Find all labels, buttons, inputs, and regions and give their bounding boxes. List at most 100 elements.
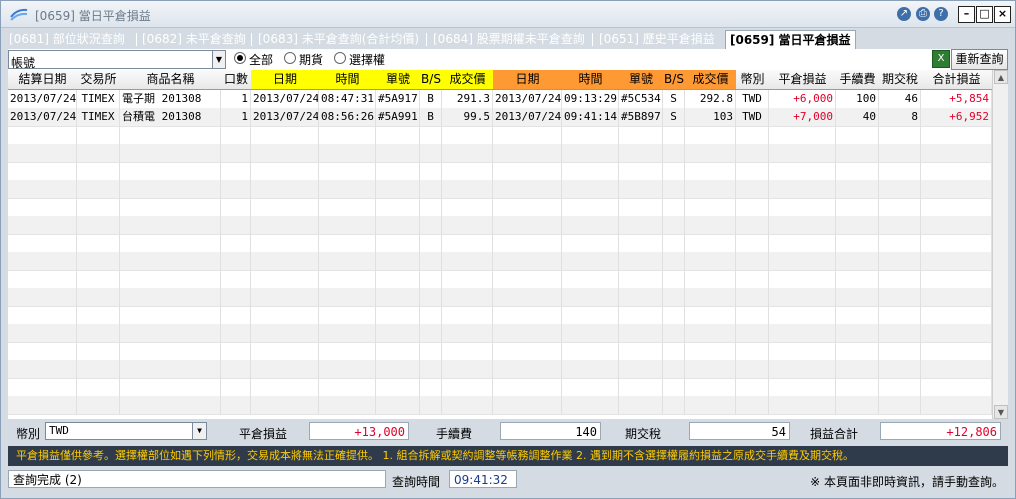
column-header[interactable]: 期交稅 (879, 70, 922, 90)
table-cell (251, 342, 319, 360)
currency-value: TWD (49, 424, 69, 437)
radio-all[interactable] (234, 52, 246, 64)
column-header[interactable]: 日期 (251, 70, 320, 90)
tab-0682[interactable]: [0682] 未平倉查詢 (142, 31, 246, 47)
table-cell (879, 396, 921, 414)
table-cell (319, 288, 376, 306)
table-cell (736, 216, 769, 234)
column-header[interactable]: 幣別 (736, 70, 770, 90)
radio-futures[interactable] (284, 52, 296, 64)
table-cell (663, 324, 685, 342)
table-cell (879, 288, 921, 306)
table-cell (879, 198, 921, 216)
column-header[interactable]: 單號 (619, 70, 664, 90)
account-select[interactable]: 帳號 ▼ (8, 50, 226, 70)
table-cell (442, 126, 493, 144)
table-cell (685, 180, 736, 198)
table-cell: 8 (879, 108, 921, 126)
scroll-down-icon[interactable]: ▼ (994, 405, 1008, 419)
chevron-down-icon[interactable]: ▼ (192, 423, 206, 439)
column-header[interactable]: 結算日期 (8, 70, 78, 90)
column-header[interactable]: 成交價 (442, 70, 494, 90)
table-cell (251, 324, 319, 342)
table-cell: 08:56:26 (319, 108, 376, 126)
table-cell (376, 270, 420, 288)
table-cell (493, 198, 562, 216)
currency-select[interactable]: TWD ▼ (45, 422, 207, 440)
print-icon[interactable]: ⎙ (916, 7, 930, 21)
table-row[interactable]: 2013/07/24 TIMEX 電子期 201308 1 2013/07/24 08:4… (8, 90, 992, 109)
tab-0659[interactable]: [0659] 當日平倉損益 (725, 30, 856, 49)
table-cell (836, 288, 879, 306)
table-cell (376, 306, 420, 324)
help-icon[interactable]: ? (934, 7, 948, 21)
table-cell (319, 216, 376, 234)
table-cell: 2013/07/24 (251, 90, 319, 108)
table-cell (736, 288, 769, 306)
table-cell (562, 288, 619, 306)
table-cell (319, 378, 376, 396)
table-cell (736, 144, 769, 162)
scroll-up-icon[interactable]: ▲ (994, 70, 1008, 84)
radio-options[interactable] (334, 52, 346, 64)
radio-options-label: 選擇權 (349, 53, 386, 67)
table-cell (420, 396, 442, 414)
table-cell (442, 324, 493, 342)
table-cell (77, 216, 120, 234)
table-cell (251, 270, 319, 288)
column-header[interactable]: 口數 (221, 70, 252, 90)
table-row[interactable]: 2013/07/24 TIMEX 台積電 201308 1 2013/07/24 08:5… (8, 108, 992, 127)
column-header[interactable]: 平倉損益 (769, 70, 837, 90)
title-bar[interactable]: [0659] 當日平倉損益 ↗ ⎙ ? – □ × (1, 1, 1015, 28)
empty-row (8, 180, 992, 199)
tab-0684[interactable]: [0684] 股票期權未平倉查詢 (433, 31, 585, 47)
vertical-scrollbar[interactable]: ▲ ▼ (992, 70, 1008, 419)
column-header[interactable]: 時間 (562, 70, 620, 90)
excel-export-icon[interactable]: X (932, 50, 950, 68)
column-header[interactable]: B/S (663, 70, 686, 90)
close-button[interactable]: × (994, 6, 1011, 23)
table-cell (8, 324, 77, 342)
tab-0683[interactable]: [0683] 未平倉查詢(合計均價) (258, 31, 419, 47)
minimize-button[interactable]: – (958, 6, 975, 23)
table-cell (120, 396, 221, 414)
table-cell (619, 306, 663, 324)
column-header[interactable]: 合計損益 (921, 70, 993, 90)
refresh-button[interactable]: 重新查詢 (951, 49, 1008, 70)
table-cell (562, 270, 619, 288)
tax-label: 期交稅 (625, 427, 662, 441)
column-header[interactable]: B/S (420, 70, 443, 90)
chevron-down-icon[interactable]: ▼ (212, 51, 225, 68)
column-header[interactable]: 交易所 (77, 70, 121, 90)
table-cell (685, 252, 736, 270)
table-cell (376, 360, 420, 378)
table-cell (420, 288, 442, 306)
table-cell (8, 396, 77, 414)
column-header[interactable]: 商品名稱 (120, 70, 222, 90)
table-cell (221, 306, 251, 324)
table-cell (319, 126, 376, 144)
table-cell (120, 234, 221, 252)
column-header[interactable]: 單號 (376, 70, 421, 90)
tab-separator (426, 33, 427, 46)
tab-0651[interactable]: [0651] 歷史平倉損益 (599, 31, 715, 47)
table-cell (879, 234, 921, 252)
table-cell (251, 216, 319, 234)
table-cell (879, 144, 921, 162)
column-header[interactable]: 時間 (319, 70, 377, 90)
column-header[interactable]: 手續費 (836, 70, 880, 90)
table-cell (120, 378, 221, 396)
table-cell (736, 396, 769, 414)
table-cell (8, 288, 77, 306)
table-cell (736, 360, 769, 378)
maximize-button[interactable]: □ (976, 6, 993, 23)
share-icon[interactable]: ↗ (897, 7, 911, 21)
column-header[interactable]: 成交價 (685, 70, 737, 90)
table-cell (77, 324, 120, 342)
table-cell (836, 396, 879, 414)
table-cell (836, 252, 879, 270)
table-cell (493, 180, 562, 198)
table-cell (120, 360, 221, 378)
tab-0681[interactable]: [0681] 部位狀況查詢 (9, 31, 125, 47)
column-header[interactable]: 日期 (493, 70, 563, 90)
